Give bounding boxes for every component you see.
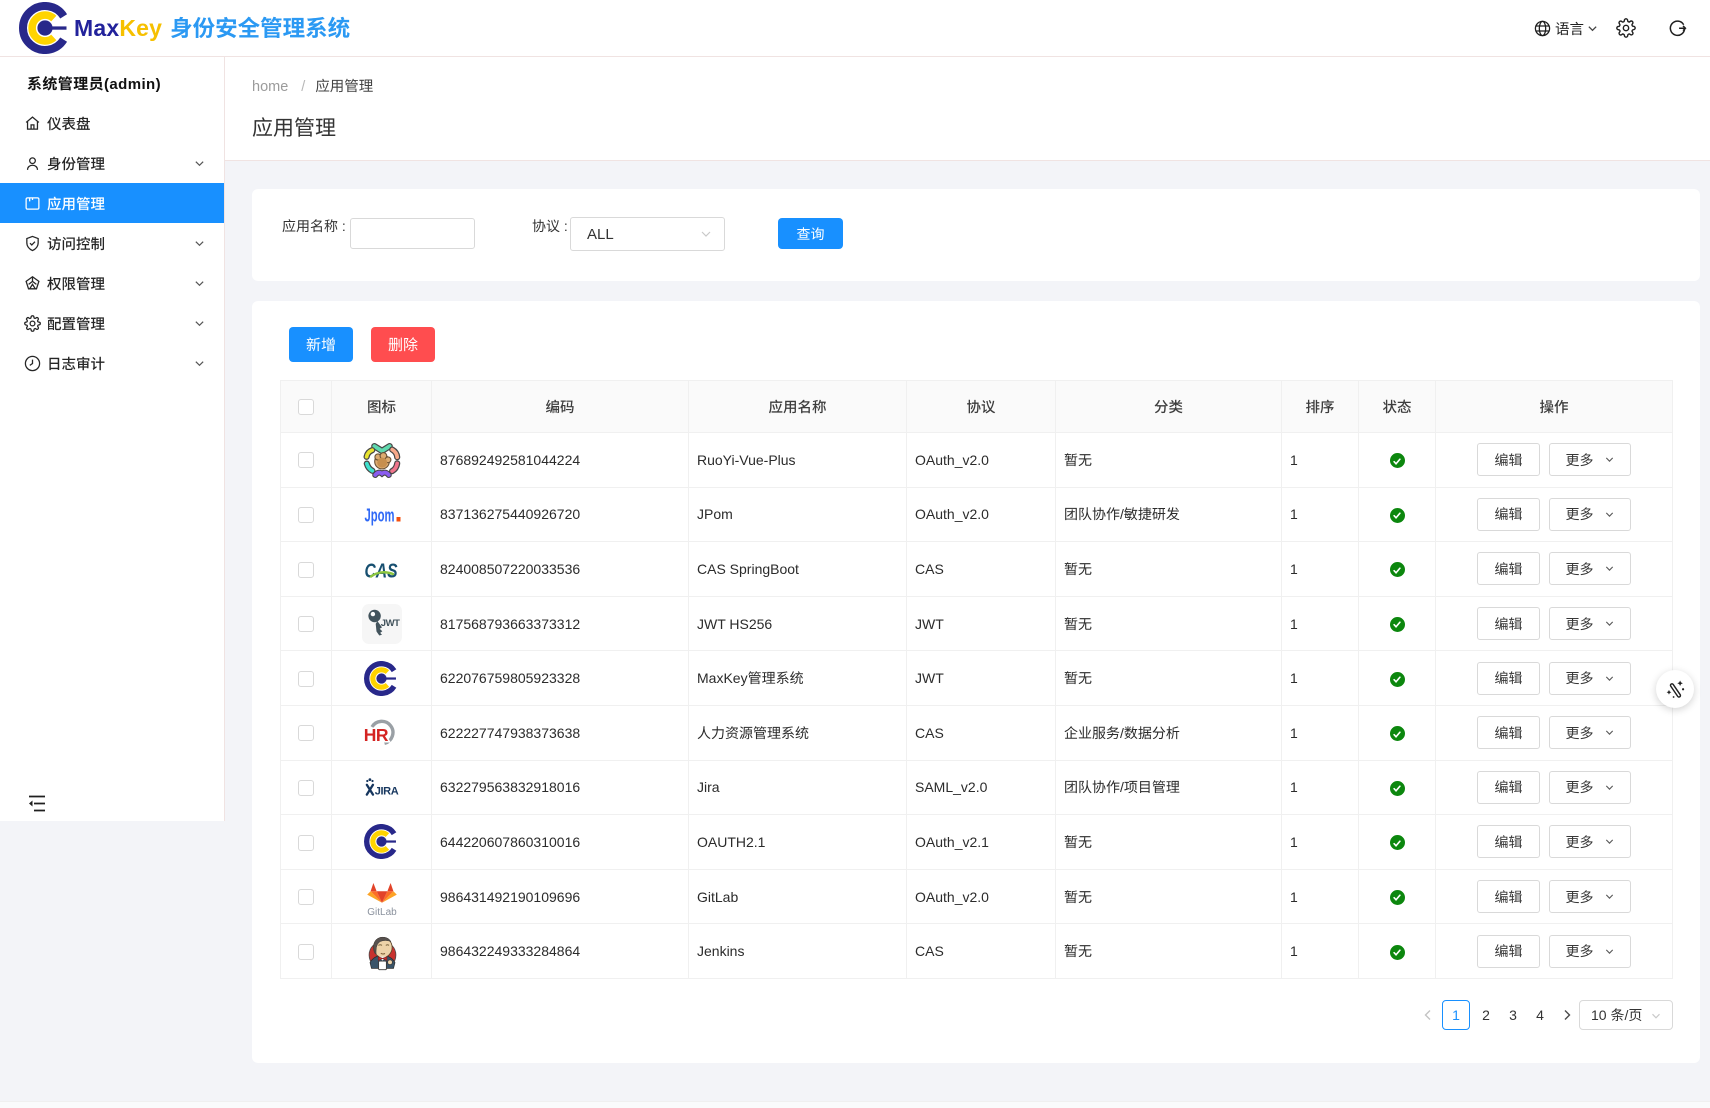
svg-text:HR: HR xyxy=(363,725,388,745)
svg-text:JIRA: JIRA xyxy=(374,786,398,798)
svg-text:GitLab: GitLab xyxy=(367,907,397,917)
svg-text:Jpom: Jpom xyxy=(364,506,394,526)
svg-text:JWT: JWT xyxy=(380,617,399,628)
